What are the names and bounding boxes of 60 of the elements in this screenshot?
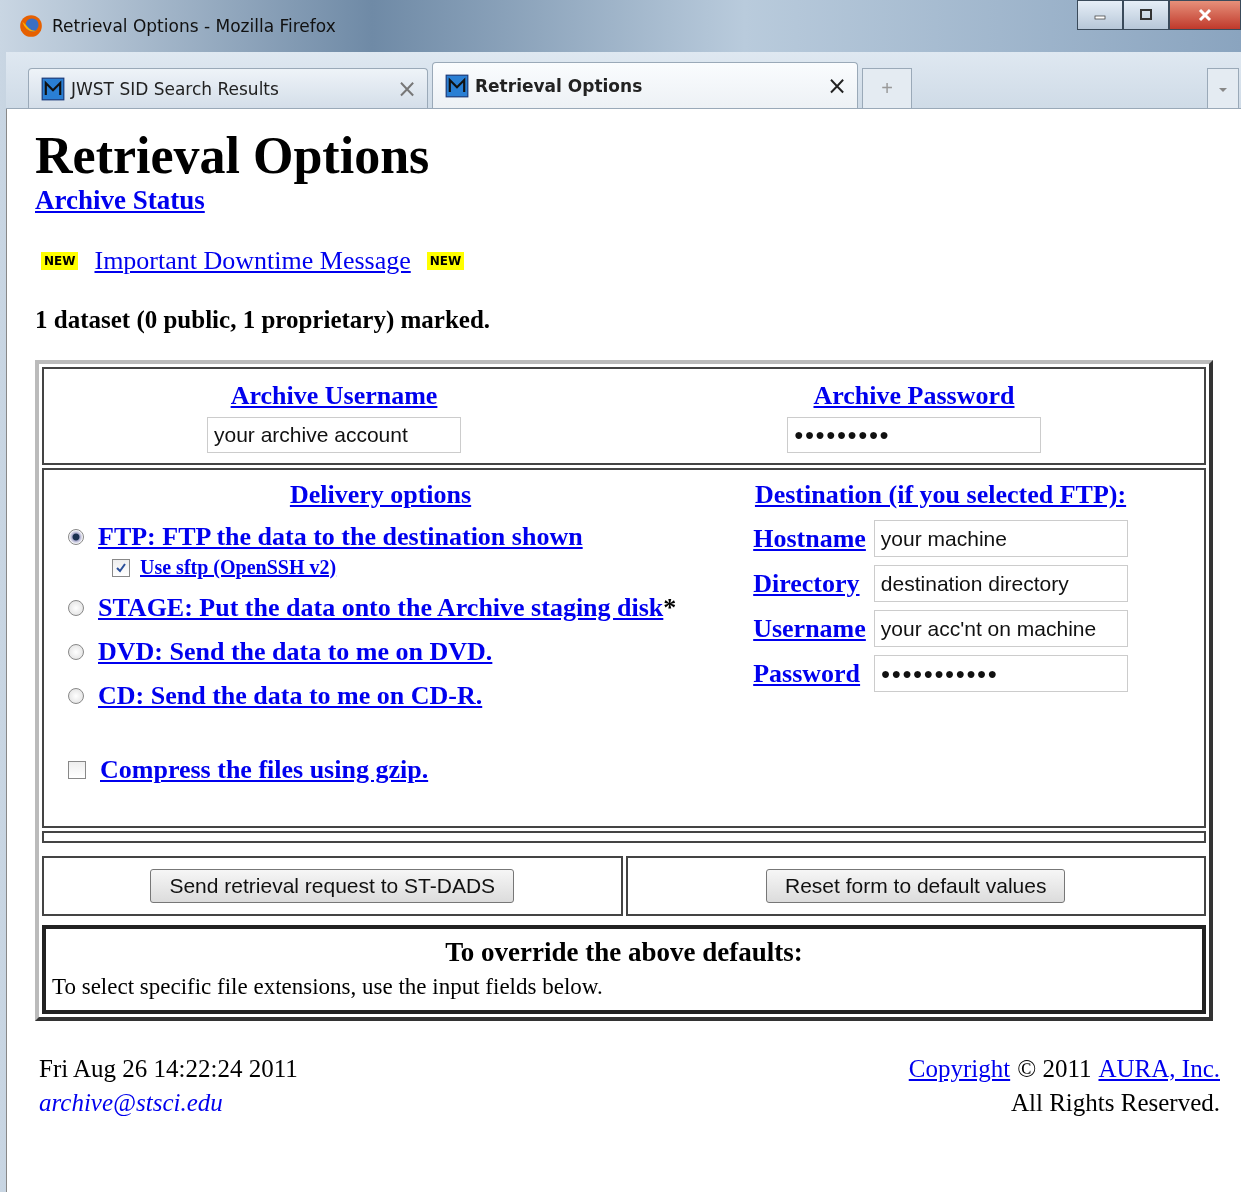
delivery-options-link[interactable]: Delivery options — [289, 480, 472, 509]
override-heading: To override the above defaults: — [444, 937, 804, 968]
input-field[interactable]: your acc'nt on machine — [873, 610, 1128, 647]
delivery-option-link[interactable]: STAGE: Put the data onto the Archive staging disk — [98, 593, 664, 623]
check-icon — [115, 561, 127, 574]
tab-close-button[interactable]: × — [396, 74, 417, 103]
delivery-option-link[interactable]: FTP: FTP the data to the destination shown — [98, 522, 583, 552]
browser-logo-icon — [18, 13, 44, 39]
maximize-button[interactable] — [1123, 0, 1169, 30]
window-title: Retrieval Options - Mozilla Firefox — [52, 16, 336, 36]
minimize-button[interactable] — [1077, 0, 1123, 30]
tab-title: Retrieval Options — [475, 75, 644, 96]
form-button[interactable]: Reset form to default values — [766, 869, 1066, 903]
organization-link[interactable]: AURA, Inc. — [1098, 1055, 1220, 1083]
radio-button[interactable] — [68, 644, 84, 660]
tab-favicon-icon — [445, 73, 469, 98]
field-label-link[interactable]: Directory — [753, 568, 866, 599]
page-heading: Retrieval Options — [35, 127, 431, 185]
compress-option-link[interactable]: Compress the files using gzip. — [100, 755, 429, 785]
checkbox[interactable] — [112, 558, 130, 577]
browser-tab[interactable]: JWST SID Search Results × — [28, 68, 428, 108]
input-field[interactable]: ●●●●●●●●● — [787, 417, 1041, 453]
dataset-summary: 1 dataset (0 public, 1 proprietary) marked. — [35, 306, 492, 334]
input-field[interactable]: ●●●●●●●●●●● — [873, 655, 1128, 692]
radio-button[interactable] — [68, 529, 84, 545]
input-field[interactable]: your archive account — [207, 417, 461, 453]
new-badge: NEW — [41, 252, 79, 270]
override-instructions: To select specific file extensions, use the input fields below. — [52, 974, 604, 1000]
tab-close-button[interactable]: × — [826, 71, 847, 100]
timestamp-text: Fri Aug 26 14:22:24 2011 — [39, 1055, 298, 1083]
delivery-option-link[interactable]: DVD: Send the data to me on DVD. — [98, 637, 493, 667]
caret-icon — [1218, 87, 1228, 93]
destination-heading-link[interactable]: Destination (if you selected FTP): — [754, 480, 1127, 510]
field-label-link[interactable]: Hostname — [753, 523, 866, 554]
copyright-link[interactable]: Copyright — [908, 1055, 1011, 1083]
field-heading-link[interactable]: Archive Username — [230, 381, 438, 411]
email-link[interactable]: archive@stsci.edu — [39, 1089, 223, 1116]
tab-favicon-icon — [41, 76, 65, 101]
radio-button[interactable] — [68, 688, 84, 704]
browser-tab[interactable]: Retrieval Options × — [432, 62, 858, 108]
copyright-year-text: © 2011 — [1017, 1055, 1092, 1083]
field-label-link[interactable]: Username — [753, 613, 866, 644]
close-button[interactable] — [1169, 0, 1241, 30]
radio-button[interactable] — [68, 600, 84, 616]
input-field[interactable]: destination directory — [873, 565, 1128, 602]
archive-status-link[interactable]: Archive Status — [35, 185, 205, 215]
field-label-link[interactable]: Password — [753, 658, 866, 689]
delivery-option-link[interactable]: CD: Send the data to me on CD-R. — [98, 681, 483, 711]
footnote-mark: * — [663, 593, 677, 623]
new-badge: NEW — [426, 252, 465, 270]
maximize-icon — [1139, 9, 1153, 21]
input-field[interactable]: your machine — [873, 520, 1128, 557]
tab-title: JWST SID Search Results — [71, 78, 280, 99]
form-button[interactable]: Send retrieval request to ST-DADS — [150, 869, 515, 903]
rights-text: All Rights Reserved. — [1011, 1089, 1220, 1117]
checkbox[interactable] — [68, 761, 86, 779]
field-heading-link[interactable]: Archive Password — [813, 381, 1015, 411]
sftp-option-link[interactable]: Use sftp (OpenSSH v2) — [140, 556, 337, 579]
close-icon — [1197, 8, 1213, 22]
downtime-message-link[interactable]: Important Downtime Message — [94, 246, 411, 276]
